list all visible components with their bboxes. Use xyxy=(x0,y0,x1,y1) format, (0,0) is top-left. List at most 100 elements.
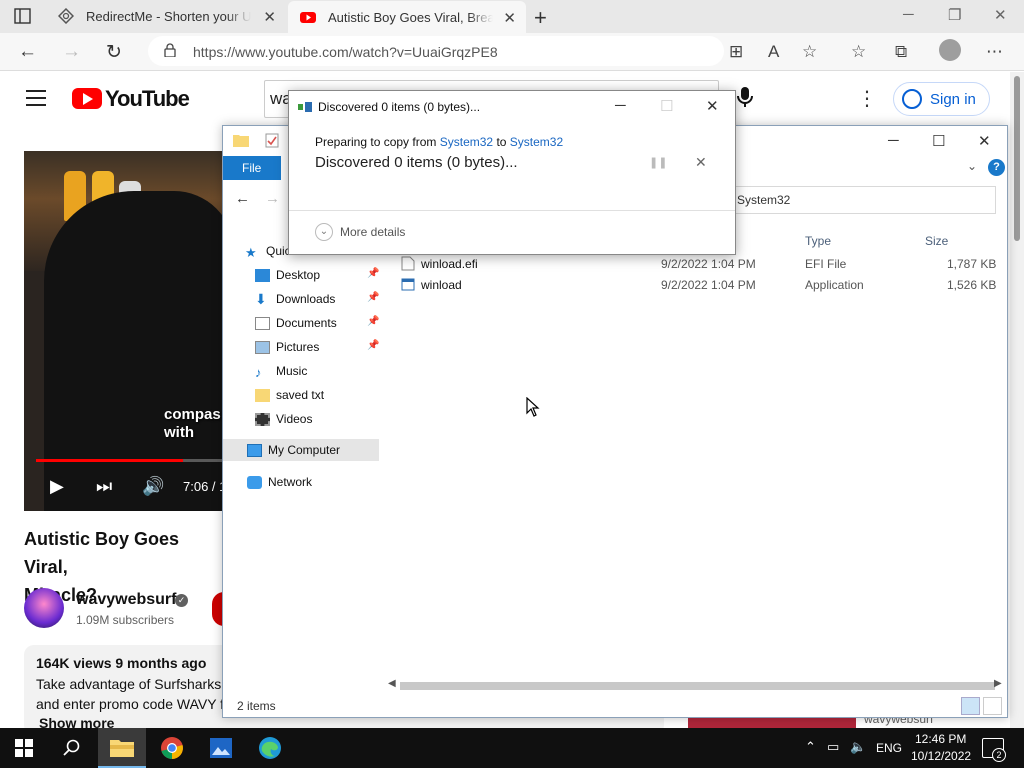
scroll-left-icon[interactable]: ◀ xyxy=(388,678,396,689)
explorer-close-icon[interactable]: ✕ xyxy=(978,132,991,150)
more-details-button[interactable]: ⌄ More details xyxy=(315,223,405,241)
scrollbar-thumb[interactable] xyxy=(1014,76,1020,241)
microphone-icon[interactable] xyxy=(737,86,753,108)
clock-date[interactable]: 10/12/2022 xyxy=(911,749,971,763)
destination-link[interactable]: System32 xyxy=(510,135,563,149)
clock-time[interactable]: 12:46 PM xyxy=(915,732,966,746)
dialog-minimize-icon[interactable]: ─ xyxy=(615,97,626,114)
explorer-back-icon[interactable]: ← xyxy=(235,190,250,207)
properties-icon[interactable] xyxy=(265,133,279,148)
nav-label: saved txt xyxy=(276,388,325,402)
tab-title: RedirectMe - Shorten your URL for free xyxy=(86,9,251,24)
column-header-type[interactable]: Type xyxy=(805,234,831,248)
nav-network[interactable]: Network xyxy=(247,471,312,493)
divider xyxy=(289,210,735,211)
add-favorite-icon[interactable]: ☆ xyxy=(802,42,817,62)
play-icon[interactable]: ▶ xyxy=(50,476,64,497)
read-aloud-icon[interactable]: A xyxy=(768,42,779,62)
tab-actions-icon[interactable] xyxy=(14,8,31,24)
file-row[interactable]: winload.efi 9/2/2022 1:04 PM EFI File 1,… xyxy=(398,254,998,274)
chrome-taskbar-button[interactable] xyxy=(148,728,196,768)
address-path-field[interactable]: System32 xyxy=(728,186,996,214)
video-player[interactable]: compas with ▶ ⏭ 🔊 7:06 / 1 xyxy=(24,151,224,511)
source-link[interactable]: System32 xyxy=(440,135,493,149)
navigation-pane: ★ Quick access Desktop 📌 ⬇ Downloads 📌 D… xyxy=(223,236,381,696)
nav-videos[interactable]: Videos xyxy=(255,408,312,430)
hamburger-menu-icon[interactable] xyxy=(26,90,46,106)
explorer-maximize-icon[interactable]: ☐ xyxy=(932,132,945,150)
input-language[interactable]: ENG xyxy=(876,741,902,755)
help-icon[interactable]: ? xyxy=(988,159,1005,176)
channel-avatar[interactable] xyxy=(24,588,64,628)
youtube-wordmark[interactable]: YouTube xyxy=(105,86,190,112)
favorites-icon[interactable]: ☆ xyxy=(851,42,866,62)
tab-youtube-active[interactable]: Autistic Boy Goes Viral, Breaks The Inte… xyxy=(288,1,526,33)
pin-icon[interactable]: 📌 xyxy=(367,340,379,351)
new-tab-icon[interactable]: + xyxy=(534,5,547,31)
cancel-copy-icon[interactable]: ✕ xyxy=(695,154,707,171)
tab-redirectme[interactable]: RedirectMe - Shorten your URL for free ✕ xyxy=(46,0,286,33)
close-window-icon[interactable]: ✕ xyxy=(994,6,1007,24)
pin-icon[interactable]: 📌 xyxy=(367,292,379,303)
settings-kebab-icon[interactable]: ⋮ xyxy=(857,86,877,111)
collections-icon[interactable]: ⧉ xyxy=(895,42,907,62)
pin-icon[interactable]: 📌 xyxy=(367,316,379,327)
lock-icon[interactable] xyxy=(164,43,176,57)
close-tab-icon[interactable]: ✕ xyxy=(503,9,516,27)
restore-icon[interactable]: ❐ xyxy=(948,6,961,24)
forward-icon[interactable]: → xyxy=(62,41,81,63)
apps-icon[interactable]: ⊞ xyxy=(729,42,743,62)
youtube-favicon-icon xyxy=(300,12,316,23)
video-progress-bar[interactable] xyxy=(36,459,224,462)
nav-pictures[interactable]: Pictures xyxy=(255,336,319,358)
scrollbar-thumb[interactable] xyxy=(400,682,995,690)
nav-documents[interactable]: Documents xyxy=(255,312,337,334)
copy-prefix: Preparing to copy from xyxy=(315,135,437,149)
url-field[interactable]: https://www.youtube.com/watch?v=UuaiGrqz… xyxy=(148,36,724,66)
details-view-icon[interactable] xyxy=(961,697,980,715)
nav-desktop[interactable]: Desktop xyxy=(255,264,320,286)
file-explorer-taskbar-button[interactable] xyxy=(98,728,146,768)
search-button[interactable] xyxy=(48,728,96,768)
notification-count-badge: 2 xyxy=(992,748,1006,762)
more-menu-icon[interactable]: ⋯ xyxy=(986,42,1003,62)
edge-taskbar-button[interactable] xyxy=(246,728,294,768)
expand-ribbon-icon[interactable]: ⌄ xyxy=(967,159,977,173)
explorer-forward-icon[interactable]: → xyxy=(265,190,280,207)
scroll-right-icon[interactable]: ▶ xyxy=(994,678,1002,689)
pin-icon[interactable]: 📌 xyxy=(367,268,379,279)
sign-in-button[interactable]: Sign in xyxy=(893,82,990,116)
page-scrollbar[interactable] xyxy=(1010,72,1024,728)
file-date: 9/2/2022 1:04 PM xyxy=(661,278,756,292)
channel-name[interactable]: wavywebsurf xyxy=(76,591,176,609)
pause-icon[interactable]: ❚❚ xyxy=(649,156,667,169)
explorer-minimize-icon[interactable]: ─ xyxy=(888,132,899,149)
copy-to-word: to xyxy=(496,135,507,149)
next-icon[interactable]: ⏭ xyxy=(96,476,112,497)
close-tab-icon[interactable]: ✕ xyxy=(263,8,276,26)
show-hidden-icons-icon[interactable]: ⌃ xyxy=(805,739,816,755)
nav-saved-txt[interactable]: saved txt xyxy=(255,384,324,406)
youtube-logo-icon[interactable] xyxy=(72,88,102,109)
file-tab[interactable]: File xyxy=(223,156,281,180)
caption-line: with xyxy=(164,424,194,441)
refresh-icon[interactable]: ↻ xyxy=(106,41,122,64)
nav-music[interactable]: ♪ Music xyxy=(255,360,307,382)
large-icons-view-icon[interactable] xyxy=(983,697,1002,715)
network-status-icon[interactable]: ▭ xyxy=(827,739,839,755)
dialog-close-icon[interactable]: ✕ xyxy=(706,97,719,115)
volume-icon[interactable]: 🔊 xyxy=(142,476,164,497)
nav-my-computer[interactable]: My Computer xyxy=(223,439,379,461)
minimize-icon[interactable]: ─ xyxy=(903,6,914,23)
photos-taskbar-button[interactable] xyxy=(197,728,245,768)
file-row[interactable]: winload 9/2/2022 1:04 PM Application 1,5… xyxy=(398,275,998,295)
start-button[interactable] xyxy=(0,728,48,768)
back-icon[interactable]: ← xyxy=(18,41,37,63)
horizontal-scrollbar[interactable]: ◀ ▶ xyxy=(386,678,1006,694)
profile-avatar-icon[interactable] xyxy=(939,39,961,61)
video-frame-person xyxy=(44,191,224,511)
download-arrow-icon: ⬇ xyxy=(255,290,267,307)
volume-tray-icon[interactable]: 🔈 xyxy=(850,739,866,755)
column-header-size[interactable]: Size xyxy=(925,234,948,248)
nav-downloads[interactable]: ⬇ Downloads xyxy=(255,288,335,310)
